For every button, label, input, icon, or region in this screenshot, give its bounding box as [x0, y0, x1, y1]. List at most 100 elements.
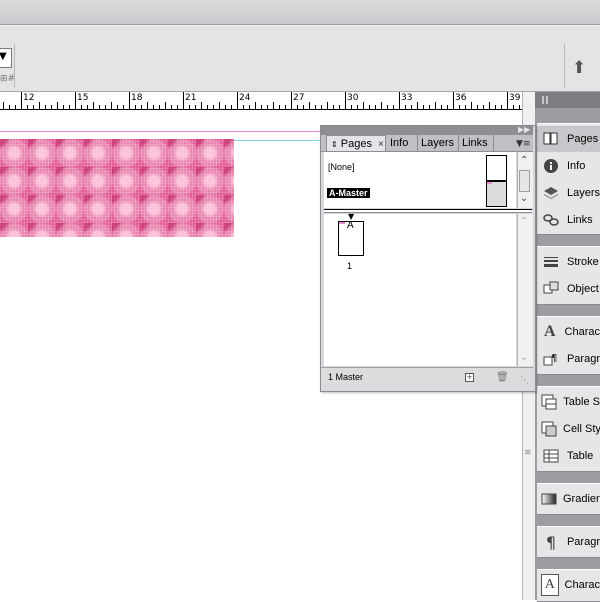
ruler-minor-tick — [369, 105, 370, 109]
master-none-label[interactable]: [None] — [328, 162, 355, 172]
tab-layers[interactable]: Layers — [419, 135, 459, 151]
dock-item-table-styles[interactable]: Table S — [537, 389, 600, 415]
tab-pages[interactable]: ⇕ Pages × — [326, 135, 386, 151]
dock-item-label: Gradien — [563, 493, 600, 505]
trash-icon[interactable]: 🗑 — [496, 372, 509, 383]
stroke-icon — [541, 252, 561, 272]
ruler-minor-tick — [33, 105, 34, 109]
chevron-down-icon[interactable]: ▼ — [0, 51, 7, 62]
ruler-minor-tick — [309, 102, 310, 109]
ruler-minor-tick — [81, 105, 82, 109]
ruler-minor-tick — [459, 105, 460, 109]
master-a-label[interactable]: A-Master — [327, 188, 370, 198]
dock-item-label: Table S — [563, 396, 600, 408]
ruler-minor-tick — [375, 105, 376, 109]
ruler-minor-tick — [195, 105, 196, 109]
ruler-minor-tick — [327, 102, 328, 109]
dock-item-character[interactable]: A Charac — [537, 319, 600, 345]
ruler-minor-tick — [489, 102, 490, 109]
ruler-minor-tick — [411, 105, 412, 109]
dock-item-stroke[interactable]: Stroke — [537, 249, 600, 275]
dock-grip-icon[interactable] — [542, 96, 548, 104]
dock-item-gradient[interactable]: Gradien — [537, 486, 600, 512]
control-bar-divider — [14, 44, 15, 88]
ruler-minor-tick — [279, 105, 280, 109]
dock-item-paragraph-2[interactable]: ¶ Paragr — [537, 529, 600, 555]
close-icon[interactable]: × — [378, 139, 384, 150]
pages-scrollbar[interactable] — [517, 214, 533, 366]
ruler-minor-tick — [39, 102, 40, 109]
dock-group-character: A Charac ¶ Paragr — [537, 316, 600, 375]
pink-pattern-image[interactable] — [0, 139, 234, 237]
ruler-minor-tick — [423, 105, 424, 109]
ruler-minor-tick — [111, 102, 112, 109]
ruler-minor-tick — [273, 102, 274, 109]
ruler-minor-tick — [63, 105, 64, 109]
master-count-label: 1 Master — [328, 372, 364, 382]
horizontal-ruler[interactable]: 12 15 18 21 24 27 30 33 36 39 — [0, 92, 522, 110]
ruler-major-tick — [291, 92, 292, 109]
page-1-number: 1 — [347, 261, 353, 271]
dock-item-pages[interactable]: Pages — [537, 126, 600, 152]
ruler-minor-tick — [285, 105, 286, 109]
tab-label: Links — [462, 137, 488, 149]
ruler-minor-tick — [9, 105, 10, 109]
ruler-major-tick — [399, 92, 400, 109]
paragraph-styles-icon: ¶ — [541, 349, 561, 369]
resize-grip-icon[interactable]: ⋱ — [520, 376, 529, 386]
tab-label: Pages — [340, 138, 372, 150]
ruler-minor-tick — [315, 105, 316, 109]
scroll-down-icon[interactable]: ⌄ — [520, 193, 528, 204]
ruler-minor-tick — [231, 105, 232, 109]
master-a-thumbnail[interactable] — [486, 181, 507, 207]
cell-styles-icon — [541, 419, 557, 439]
grid-options-icon[interactable]: ⊞# — [0, 74, 15, 84]
master-none-thumbnail[interactable] — [486, 155, 507, 181]
dock-group-stroke: Stroke Object — [537, 246, 600, 305]
ruler-minor-tick — [45, 105, 46, 109]
ruler-minor-tick — [123, 105, 124, 109]
dock-item-info[interactable]: Info — [537, 153, 600, 179]
dock-item-links[interactable]: Links — [537, 207, 600, 233]
dock-item-layers[interactable]: Layers — [537, 180, 600, 206]
dock-item-label: Paragr — [566, 353, 600, 365]
panel-splitter[interactable] — [324, 209, 532, 213]
dock-item-object[interactable]: Object — [537, 276, 600, 302]
dock-item-label: Info — [567, 160, 586, 172]
ruler-minor-tick — [99, 105, 100, 109]
ruler-minor-tick — [441, 105, 442, 109]
dock-item-label: Pages — [567, 133, 599, 145]
dock-item-label: Charac — [564, 326, 600, 338]
panel-title-bar[interactable] — [321, 126, 533, 135]
panel-menu-icon[interactable]: ▼≡ — [516, 139, 530, 149]
ruler-minor-tick — [477, 105, 478, 109]
lightning-bolt-icon[interactable]: ⬆ — [572, 58, 586, 78]
ruler-minor-tick — [117, 105, 118, 109]
ruler-minor-tick — [381, 102, 382, 109]
pages-icon — [541, 129, 561, 149]
new-page-icon[interactable]: + — [465, 373, 474, 382]
ruler-minor-tick — [405, 105, 406, 109]
dock-item-paragraph[interactable]: ¶ Paragr — [537, 346, 600, 372]
dock-item-table[interactable]: Table — [537, 443, 600, 469]
ruler-label: 39 — [509, 93, 521, 103]
dock-item-cell-styles[interactable]: Cell Sty — [537, 416, 600, 442]
ruler-minor-tick — [333, 105, 334, 109]
collapse-panel-icon[interactable]: ▶▶ — [518, 125, 530, 134]
tab-info[interactable]: Info — [388, 135, 418, 151]
scrollbar-grip-icon[interactable]: ≡ — [524, 448, 532, 458]
scroll-up-icon[interactable]: ⌃ — [520, 155, 528, 166]
dock-item-character-2[interactable]: A Charac — [537, 572, 600, 598]
masters-scroll-thumb[interactable] — [519, 170, 530, 192]
ruler-minor-tick — [513, 105, 514, 109]
ruler-minor-tick — [153, 105, 154, 109]
scroll-up-icon[interactable]: ⌃ — [520, 216, 528, 227]
tab-links[interactable]: Links — [460, 135, 494, 151]
ruler-minor-tick — [303, 105, 304, 109]
ruler-label: 27 — [293, 93, 305, 103]
ruler-minor-tick — [501, 105, 502, 109]
ruler-minor-tick — [87, 105, 88, 109]
scroll-down-icon[interactable]: ⌄ — [520, 352, 528, 363]
ruler-minor-tick — [249, 105, 250, 109]
ruler-minor-tick — [177, 105, 178, 109]
